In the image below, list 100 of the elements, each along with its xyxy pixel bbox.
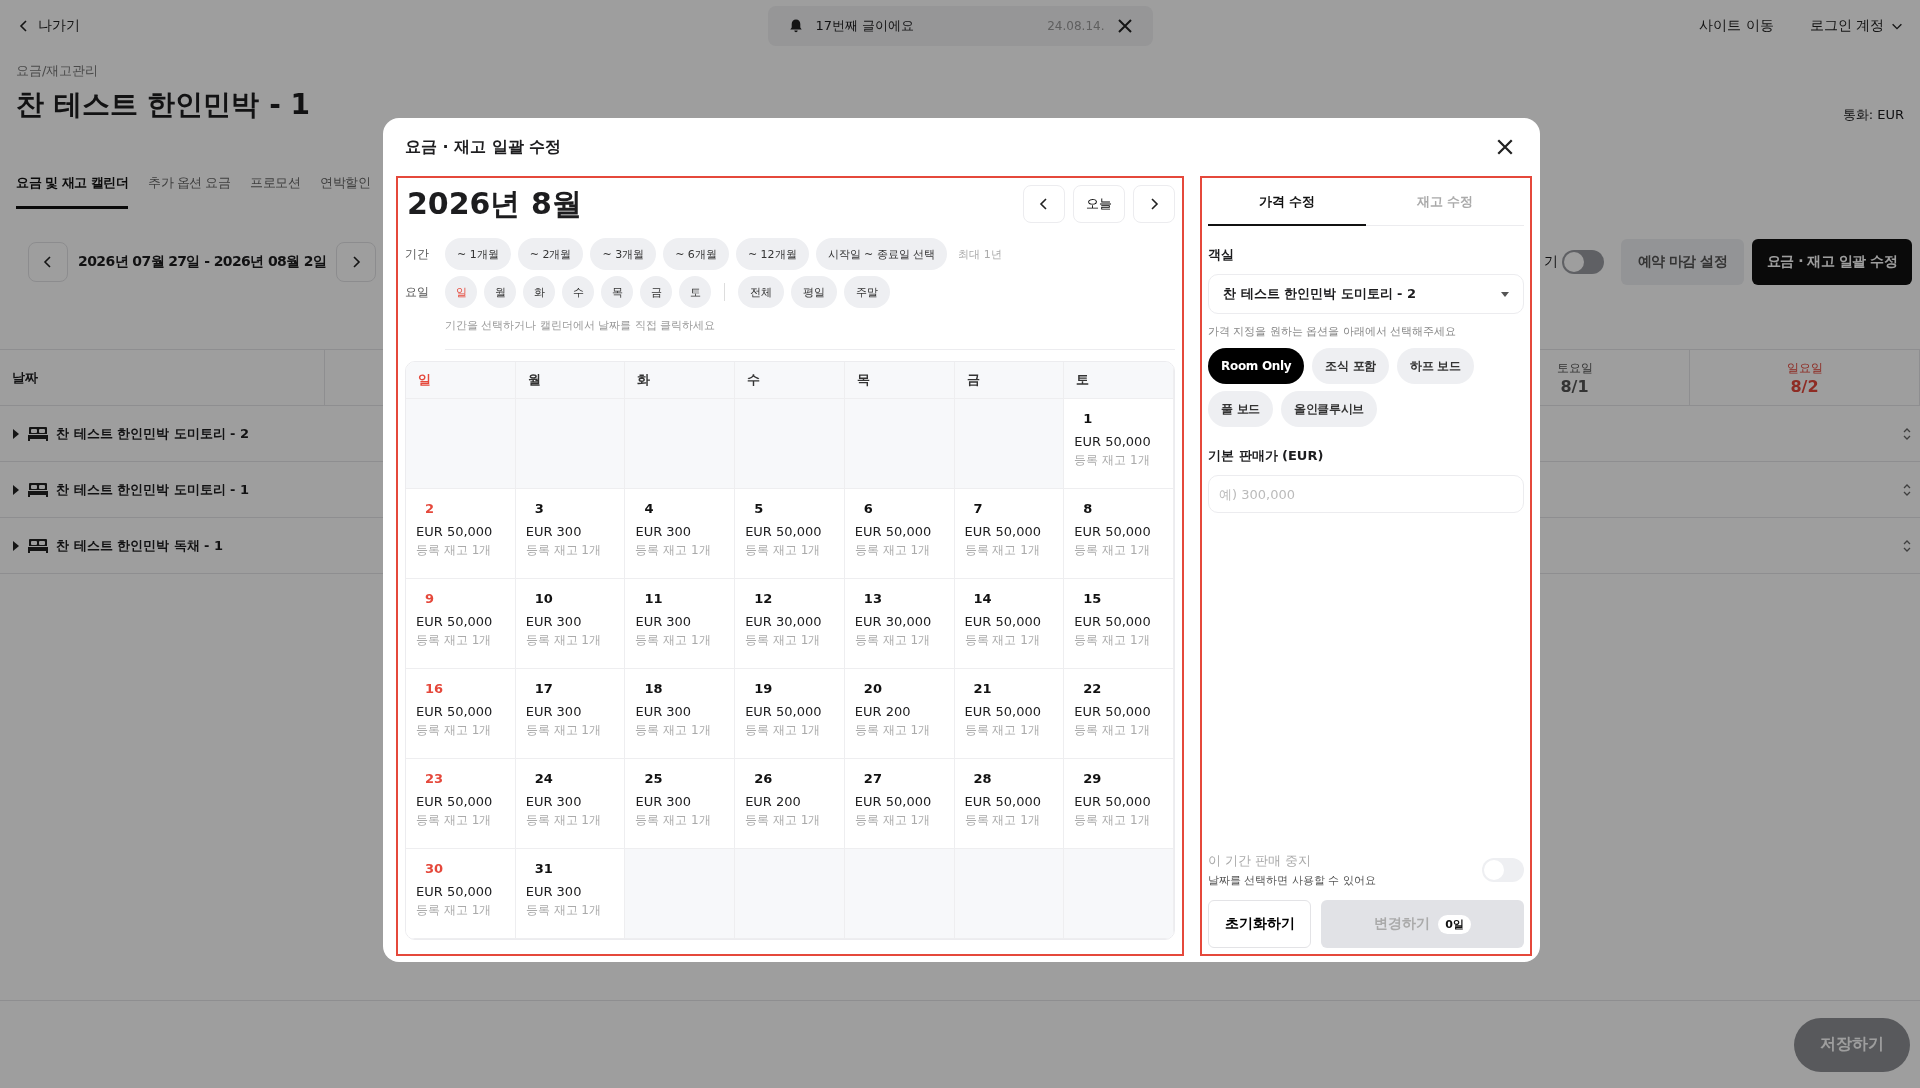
day-price: EUR 50,000 — [964, 704, 1042, 719]
option-hint: 가격 지정을 원하는 옵션을 아래에서 선택해주세요 — [1208, 324, 1458, 339]
day-price: EUR 30,000 — [854, 614, 933, 629]
day-price: EUR 50,000 — [1074, 614, 1152, 629]
day-number: 13 — [863, 591, 883, 606]
period-chip[interactable]: ~ 1개월 — [445, 238, 511, 270]
day-cell[interactable]: 29 EUR 50,000 등록 재고 1개 — [1064, 759, 1174, 849]
toggle-label: 기 — [1544, 253, 1558, 271]
weekday-chip[interactable]: 토 — [679, 276, 711, 308]
day-stock: 등록 재고 1개 — [1074, 452, 1151, 469]
page-tab[interactable]: 연박할인 — [320, 174, 371, 209]
period-note: 최대 1년 — [958, 246, 1002, 262]
weekday-chip[interactable]: 목 — [601, 276, 633, 308]
page-tab[interactable]: 프로모션 — [250, 174, 301, 209]
day-cell[interactable]: 4 EUR 300 등록 재고 1개 — [625, 489, 736, 579]
day-stock: 등록 재고 1개 — [525, 632, 602, 649]
period-chip[interactable]: 시작일 ~ 종료일 선택 — [815, 238, 948, 270]
day-stock: 등록 재고 1개 — [525, 542, 602, 559]
day-cell[interactable]: 9 EUR 50,000 등록 재고 1개 — [406, 579, 516, 669]
period-chip[interactable]: ~ 6개월 — [663, 238, 729, 270]
day-number: 26 — [754, 771, 774, 786]
bulk-edit-button[interactable]: 요금 · 재고 일괄 수정 — [1752, 239, 1912, 285]
day-group-chip[interactable]: 주말 — [844, 276, 890, 308]
day-cell[interactable]: 22 EUR 50,000 등록 재고 1개 — [1064, 669, 1174, 759]
day-number: 2 — [425, 501, 436, 516]
account-menu[interactable]: 로그인 계정 — [1809, 17, 1904, 35]
weekday-chip[interactable]: 월 — [484, 276, 516, 308]
day-cell[interactable]: 24 EUR 300 등록 재고 1개 — [515, 759, 626, 849]
day-price: EUR 50,000 — [854, 794, 933, 809]
day-cell[interactable]: 26 EUR 200 등록 재고 1개 — [735, 759, 845, 849]
weekday-header: 목 — [844, 362, 955, 399]
day-price: EUR 300 — [525, 524, 583, 539]
day-cell[interactable]: 28 EUR 50,000 등록 재고 1개 — [954, 759, 1065, 849]
day-number: 17 — [534, 681, 554, 696]
weekday-chip[interactable]: 수 — [562, 276, 594, 308]
day-price: EUR 300 — [525, 614, 583, 629]
meal-option-chip[interactable]: Room Only — [1208, 348, 1305, 384]
day-cell[interactable]: 10 EUR 300 등록 재고 1개 — [515, 579, 626, 669]
today-button[interactable]: 오늘 — [1073, 185, 1125, 223]
day-price: EUR 50,000 — [416, 794, 494, 809]
day-cell[interactable]: 1 EUR 50,000 등록 재고 1개 — [1064, 399, 1174, 489]
day-cell[interactable]: 19 EUR 50,000 등록 재고 1개 — [735, 669, 845, 759]
weekday-chip[interactable]: 화 — [523, 276, 555, 308]
weekday-chip[interactable]: 금 — [640, 276, 672, 308]
day-cell[interactable]: 11 EUR 300 등록 재고 1개 — [625, 579, 736, 669]
day-cell[interactable]: 20 EUR 200 등록 재고 1개 — [844, 669, 955, 759]
day-group-chip[interactable]: 평일 — [791, 276, 837, 308]
day-cell[interactable]: 2 EUR 50,000 등록 재고 1개 — [406, 489, 516, 579]
day-cell[interactable]: 23 EUR 50,000 등록 재고 1개 — [406, 759, 516, 849]
breadcrumb: 요금/재고관리 — [16, 62, 100, 80]
day-cell[interactable]: 13 EUR 30,000 등록 재고 1개 — [844, 579, 955, 669]
day-cell[interactable]: 18 EUR 300 등록 재고 1개 — [625, 669, 736, 759]
day-cell[interactable]: 7 EUR 50,000 등록 재고 1개 — [954, 489, 1065, 579]
day-cell[interactable]: 3 EUR 300 등록 재고 1개 — [515, 489, 626, 579]
page-tab[interactable]: 추가 옵션 요금 — [148, 174, 231, 209]
period-chip[interactable]: ~ 12개월 — [735, 238, 809, 270]
day-number: 3 — [534, 501, 545, 516]
stop-sale-title: 이 기간 판매 중지 — [1208, 852, 1313, 870]
day-cell[interactable]: 17 EUR 300 등록 재고 1개 — [515, 669, 626, 759]
day-cell[interactable]: 12 EUR 30,000 등록 재고 1개 — [735, 579, 845, 669]
day-cell[interactable]: 5 EUR 50,000 등록 재고 1개 — [735, 489, 845, 579]
meal-option-chip[interactable]: 하프 보드 — [1397, 348, 1474, 384]
day-cell[interactable]: 21 EUR 50,000 등록 재고 1개 — [954, 669, 1065, 759]
day-cell[interactable]: 31 EUR 300 등록 재고 1개 — [515, 849, 626, 939]
day-cell[interactable]: 8 EUR 50,000 등록 재고 1개 — [1064, 489, 1174, 579]
price-input[interactable]: 예) 300,000 — [1208, 475, 1524, 513]
back-link[interactable]: 나가기 — [16, 17, 80, 35]
day-cell[interactable]: 30 EUR 50,000 등록 재고 1개 — [406, 849, 516, 939]
filter-label: 기간 — [405, 245, 430, 263]
day-stock: 등록 재고 1개 — [745, 722, 822, 739]
day-cell[interactable]: 25 EUR 300 등록 재고 1개 — [625, 759, 736, 849]
site-link[interactable]: 사이트 이동 — [1699, 17, 1774, 35]
day-price: EUR 300 — [525, 884, 583, 899]
day-cell[interactable]: 16 EUR 50,000 등록 재고 1개 — [406, 669, 516, 759]
day-price: EUR 50,000 — [964, 524, 1042, 539]
day-price: EUR 50,000 — [416, 614, 494, 629]
day-cell[interactable]: 14 EUR 50,000 등록 재고 1개 — [954, 579, 1065, 669]
day-stock: 등록 재고 1개 — [416, 632, 493, 649]
meal-option-chip[interactable]: 풀 보드 — [1208, 391, 1273, 427]
day-group-chip[interactable]: 전체 — [738, 276, 784, 308]
day-price: EUR 300 — [525, 794, 583, 809]
day-cell[interactable]: 27 EUR 50,000 등록 재고 1개 — [844, 759, 955, 849]
period-chip[interactable]: ~ 2개월 — [517, 238, 584, 270]
day-stock: 등록 재고 1개 — [745, 812, 822, 829]
weekday-chip[interactable]: 일 — [445, 276, 477, 308]
period-chip[interactable]: ~ 3개월 — [590, 238, 657, 270]
reset-button[interactable]: 초기화하기 — [1208, 900, 1311, 948]
panel-tab[interactable]: 가격 수정 — [1208, 180, 1366, 226]
meal-option-chip[interactable]: 올인클루시브 — [1281, 391, 1378, 427]
room-select[interactable]: 찬 테스트 한인민박 도미토리 - 2 — [1208, 274, 1524, 314]
day-number: 5 — [754, 501, 765, 516]
page-tab[interactable]: 요금 및 재고 캘린더 — [16, 174, 129, 209]
day-stock: 등록 재고 1개 — [635, 632, 712, 649]
day-stock: 등록 재고 1개 — [525, 722, 602, 739]
meal-option-chip[interactable]: 조식 포함 — [1312, 348, 1390, 384]
booking-close-button[interactable]: 예약 마감 설정 — [1621, 239, 1744, 285]
day-price: EUR 50,000 — [416, 524, 494, 539]
day-cell[interactable]: 15 EUR 50,000 등록 재고 1개 — [1064, 579, 1174, 669]
day-stock: 등록 재고 1개 — [964, 632, 1041, 649]
day-cell[interactable]: 6 EUR 50,000 등록 재고 1개 — [844, 489, 955, 579]
